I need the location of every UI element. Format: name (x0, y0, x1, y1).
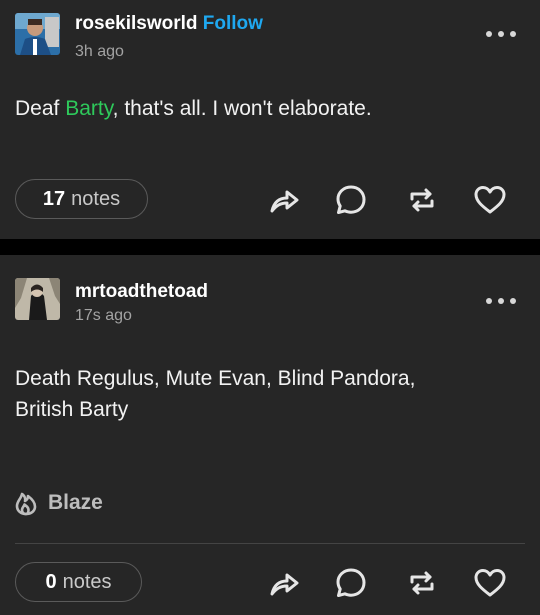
divider (15, 543, 525, 544)
post-card: rosekilsworld Follow 3h ago Deaf Barty, … (0, 0, 540, 239)
notes-label: notes (62, 570, 112, 593)
highlighted-text: Barty (65, 97, 113, 120)
blaze-flame-icon (15, 492, 37, 516)
post-body: Death Regulus, Mute Evan, Blind Pandora,… (15, 363, 515, 425)
reblog-icon[interactable] (402, 563, 442, 603)
username-line: rosekilsworld Follow (75, 13, 263, 35)
reblog-icon[interactable] (402, 180, 442, 220)
more-options-icon[interactable] (486, 28, 516, 40)
post-body: Deaf Barty, that's all. I won't elaborat… (15, 97, 372, 120)
reply-icon[interactable] (331, 180, 371, 220)
reply-icon[interactable] (331, 563, 371, 603)
notes-count: 17 (42, 187, 66, 210)
follow-button[interactable]: Follow (203, 13, 263, 34)
post-body-line: Death Regulus, Mute Evan, Blind Pandora, (15, 367, 416, 390)
avatar[interactable] (15, 278, 60, 320)
username-link[interactable]: mrtoadthetoad (75, 281, 208, 303)
blaze-button[interactable]: Blaze (12, 489, 103, 517)
notes-button[interactable]: 0 notes (15, 562, 142, 602)
blaze-label: Blaze (48, 491, 103, 514)
share-icon[interactable] (264, 180, 304, 220)
share-icon[interactable] (264, 563, 304, 603)
post-timestamp: 17s ago (75, 307, 132, 324)
notes-button[interactable]: 17 notes (15, 179, 148, 219)
post-card: mrtoadthetoad 17s ago Death Regulus, Mut… (0, 255, 540, 615)
post-timestamp: 3h ago (75, 43, 124, 60)
like-icon[interactable] (470, 180, 510, 220)
avatar[interactable] (15, 13, 60, 55)
post-body-line: British Barty (15, 398, 129, 421)
notes-count: 0 (45, 570, 57, 593)
notes-label: notes (71, 187, 121, 210)
like-icon[interactable] (470, 563, 510, 603)
username-link[interactable]: rosekilsworld (75, 13, 198, 34)
more-options-icon[interactable] (486, 295, 516, 307)
